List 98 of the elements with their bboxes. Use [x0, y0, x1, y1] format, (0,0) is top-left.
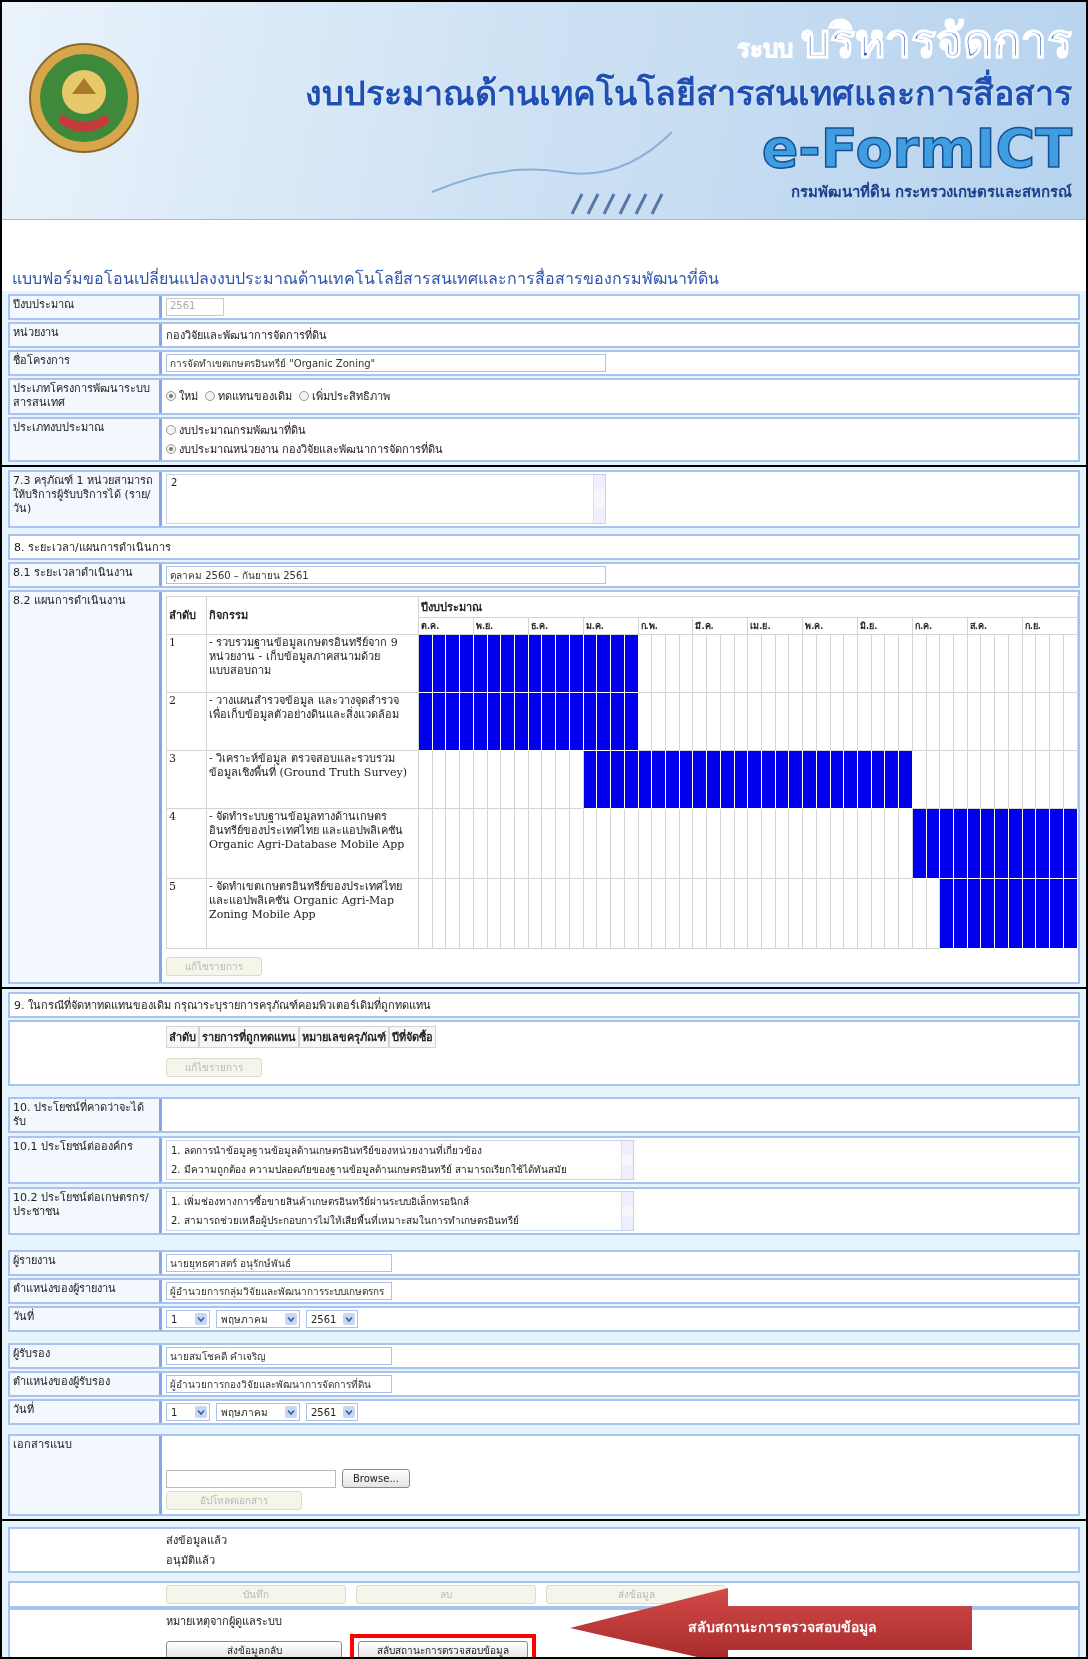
field-label: ประเภทงบประมาณ [10, 418, 162, 460]
scrollbar [593, 474, 605, 523]
month-header: ก.ย. [1022, 617, 1078, 635]
text-area[interactable]: 1. ลดการนำข้อมูลฐานข้อมูลด้านเกษตรอินทรีย์ของหน่วยงานที่เกี่ยวข้อง 2. มีความถูกต้อง ความปลอดภัยของฐานข้อมูลด้านเกษตรอินทรีย์ สามารถเรียกใช้ได้ทันสมัย [166, 1140, 634, 1181]
return-button[interactable]: ส่งข้อมูลกลับ [166, 1641, 342, 1657]
caret-icon [285, 1313, 297, 1326]
month-header: พ.ค. [802, 617, 858, 635]
radio-button[interactable] [166, 391, 176, 402]
text-field[interactable]: ผู้อำนวยการกองวิจัยและพัฒนาการจัดการที่ดิน [166, 1375, 392, 1394]
day-dropdown[interactable]: 1 [166, 1403, 210, 1422]
field-label: หน่วยงาน [10, 324, 162, 346]
table-cell: 4 [166, 808, 207, 879]
radio-button[interactable] [299, 391, 309, 402]
field-label: 10.1 ประโยชน์ต่อองค์กร [10, 1138, 162, 1183]
table-cell: 3 [166, 750, 207, 809]
system-prefix: ระบบ [737, 34, 793, 65]
callout-label: สลับสถานะการตรวจสอบข้อมูล [688, 1618, 877, 1638]
table-cell: - วิเคราะห์ข้อมูล ตรวจสอบและรวบรวมข้อมูลเชิงพื้นที่ (Ground Truth Survey) [206, 750, 419, 809]
section-heading: 9. ในกรณีที่จัดหาทดแทนของเดิม กรุณาระบุรายการครุภัณฑ์คอมพิวเตอร์เดิมที่ถูกทดแทน [8, 991, 1080, 1018]
radio-option[interactable]: ใหม่ [166, 387, 198, 406]
system-subtitle: งบประมาณด้านเทคโนโลยีสารสนเทศและการสื่อสาร [305, 68, 1072, 119]
text-field[interactable]: นายยุทธศาสตร์ อนุรักษ์พันธ์ [166, 1254, 392, 1273]
month-header: ต.ค. [418, 617, 474, 635]
text-field[interactable]: ผู้อำนวยการกลุ่มวิจัยและพัฒนาการระบบเกษตรกร [166, 1282, 392, 1301]
month-dropdown[interactable]: พฤษภาคม [216, 1403, 300, 1422]
browse-button[interactable]: Browse... [342, 1469, 410, 1489]
text-area[interactable]: 1. เพิ่มช่องทางการซื้อขายสินค้าเกษตรอินทรีย์ผ่านระบบอิเล็กทรอนิกส์ 2. สามารถช่วยเหลือผู้ประกอบการไม่ให้เสียพื้นที่เหมาะสมในการทำเกษตรอินทรีย์ [166, 1191, 634, 1232]
field-value: กองวิจัยและพัฒนาการจัดการที่ดิน [166, 326, 327, 344]
toggle-button[interactable]: สลับสถานะการตรวจสอบข้อมูล [358, 1641, 528, 1657]
note-label: หมายเหตุจากผู้ดูแลระบบ [166, 1614, 282, 1631]
column-header: หมายเลขครุภัณฑ์ [299, 1025, 389, 1048]
field-label: ประเภทโครงการพัฒนาระบบสารสนเทศ [10, 380, 162, 413]
month-header: ธ.ค. [528, 617, 584, 635]
table-cell: - จัดทำระบบฐานข้อมูลทางด้านเกษตรอินทรีย์ของประเทศไทย และแอปพลิเคชัน Organic Agri-Database Mobile App [206, 808, 419, 879]
table-cell: - วางแผนสำรวจข้อมูล และวางจุดสำรวจเพื่อเก็บข้อมูลตัวอย่างดินและสิ่งแวดล้อม [206, 692, 419, 751]
radio-button[interactable] [166, 424, 176, 435]
radio-option[interactable]: งบประมาณกรมพัฒนาที่ดิน [166, 420, 444, 439]
caret-icon [195, 1406, 207, 1419]
month-header: ส.ค. [967, 617, 1023, 635]
table-cell: - รวบรวมฐานข้อมูลเกษตรอินทรีย์จาก 9 หน่วยงาน - เก็บข้อมูลภาคสนามด้วยแบบสอบถาม [206, 634, 419, 693]
table-cell: 5 [166, 878, 207, 949]
radio-option[interactable]: งบประมาณหน่วยงาน กองวิจัยและพัฒนาการจัดการที่ดิน [166, 439, 444, 458]
column-header: ปีที่จัดซื้อ [389, 1025, 436, 1048]
section-heading: 8. ระยะเวลา/แผนการดำเนินการ [8, 533, 1080, 560]
column-header: ลำดับ [166, 1025, 199, 1048]
text-field[interactable]: นายสมโชคดี คำเจริญ [166, 1347, 392, 1366]
month-header: ก.พ. [638, 617, 693, 635]
status-text: อนุมัติแล้ว [166, 1553, 215, 1570]
field-label: วันที่ [10, 1401, 162, 1424]
table-cell: 2 [166, 692, 207, 751]
table-cell: - จัดทำเขตเกษตรอินทรีย์ของประเทศไทย และแอปพลิเคชัน Organic Agri-Map Zoning Mobile App [206, 878, 419, 949]
status-text: ส่งข้อมูลแล้ว [166, 1533, 227, 1550]
caret-icon [343, 1313, 355, 1326]
radio-option[interactable]: ทดแทนของเดิม [205, 387, 292, 406]
year-dropdown[interactable]: 2561 [306, 1310, 358, 1329]
month-header: ก.ค. [912, 617, 968, 635]
field-label: วันที่ [10, 1308, 162, 1331]
month-header: ม.ค. [583, 617, 638, 635]
text-field[interactable]: ตุลาคม 2560 – กันยายน 2561 [166, 565, 606, 584]
field-label: ปีงบประมาณ [10, 296, 162, 318]
month-header: มี.ค. [692, 617, 748, 635]
field-label: ผู้รายงาน [10, 1252, 162, 1275]
field-label: 10.2 ประโยชน์ต่อเกษตรกร/ประชาชน [10, 1189, 162, 1234]
month-header: เม.ย. [747, 617, 803, 635]
month-header: มิ.ย. [857, 617, 913, 635]
year-dropdown[interactable]: 2561 [306, 1403, 358, 1422]
field-label: 8.2 แผนการดำเนินงาน [10, 591, 162, 982]
radio-button[interactable] [205, 391, 215, 402]
radio-option[interactable]: เพิ่มประสิทธิภาพ [299, 387, 390, 406]
caret-icon [343, 1406, 355, 1419]
field-label: ผู้รับรอง [10, 1345, 162, 1368]
field-label: ตำแหน่งของผู้รับรอง [10, 1373, 162, 1396]
organization-name: กรมพัฒนาที่ดิน กระทรวงเกษตรและสหกรณ์ [790, 180, 1072, 204]
file-input[interactable] [166, 1469, 336, 1488]
scrollbar [621, 1192, 633, 1231]
form-title: แบบฟอร์มขอโอนเปลี่ยนแปลงงบประมาณด้านเทคโนโลยีสารสนเทศและการสื่อสารของกรมพัฒนาที่ดิน [12, 267, 719, 290]
text-area[interactable]: 2 [166, 473, 606, 524]
caret-icon [195, 1313, 207, 1326]
product-name: e-FormICT [761, 119, 1072, 179]
field-label: 10. ประโยชน์ที่คาดว่าจะได้รับ [10, 1098, 162, 1132]
caret-icon [285, 1406, 297, 1419]
field-label: 8.1 ระยะเวลาดำเนินงาน [10, 563, 162, 586]
field-label: เอกสารแนบ [10, 1436, 162, 1515]
column-header: กิจกรรม [206, 596, 419, 635]
column-header: รายการที่ถูกทดแทน [199, 1025, 299, 1048]
system-name: บริหารจัดการ [801, 16, 1072, 67]
text-field[interactable]: การจัดทำเขตเกษตรอินทรีย์ "Organic Zoning" [166, 354, 606, 372]
field-label: ชื่อโครงการ [10, 352, 162, 374]
day-dropdown[interactable]: 1 [166, 1310, 210, 1329]
scrollbar [621, 1141, 633, 1180]
field-label: 7.3 ครุภัณฑ์ 1 หน่วยสามารถให้บริการผู้รับบริการได้ (ราย/วัน) [10, 471, 162, 526]
radio-button[interactable] [166, 443, 176, 454]
month-dropdown[interactable]: พฤษภาคม [216, 1310, 300, 1329]
month-header: พ.ย. [473, 617, 529, 635]
field-label: ตำแหน่งของผู้รายงาน [10, 1280, 162, 1303]
column-header: ลำดับ [166, 596, 207, 635]
column-header: ปีงบประมาณ [418, 596, 1078, 618]
table-cell: 1 [166, 634, 207, 693]
